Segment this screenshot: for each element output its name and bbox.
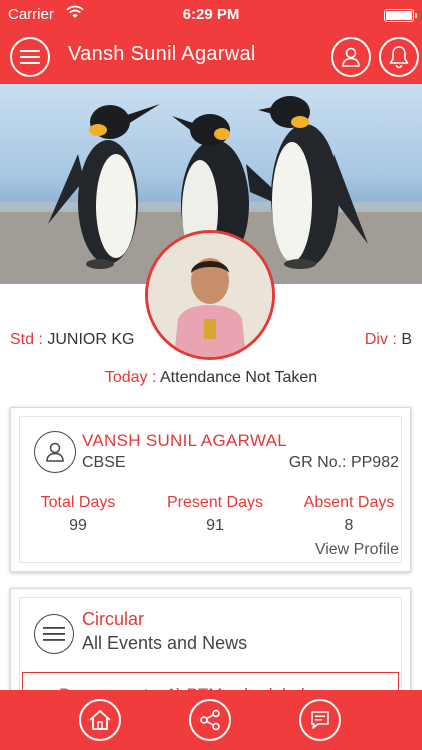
gr-number: GR No.: PP982 [289, 454, 399, 472]
student-photo[interactable] [145, 230, 275, 360]
gr-label: GR No.: [288, 454, 347, 471]
board-value: CBSE [82, 454, 126, 471]
div-value: B [401, 331, 412, 348]
chat-icon [311, 711, 329, 729]
clock: 6:29 PM [182, 6, 240, 23]
nav-bar: Vansh Sunil Agarwal [0, 30, 422, 84]
page-title: Vansh Sunil Agarwal [68, 43, 256, 65]
stat-absent-days: Absent Days 8 [289, 494, 409, 535]
battery-icon [384, 9, 417, 22]
bottom-bar [0, 690, 422, 750]
share-icon [200, 709, 220, 731]
stat-present-days: Present Days 91 [155, 494, 275, 535]
user-icon [46, 442, 64, 462]
status-bar: Carrier 6:29 PM [0, 0, 422, 30]
share-button[interactable] [189, 699, 231, 741]
student-profile-card-body: VANSH SUNIL AGARWAL CBSE GR No.: PP982 T… [19, 416, 402, 563]
notifications-button[interactable] [379, 37, 419, 77]
gr-value: PP982 [350, 454, 399, 471]
div-label: Div : [364, 331, 397, 348]
std-label: Std : [10, 331, 43, 348]
bell-icon [389, 46, 409, 69]
list-icon [43, 627, 65, 641]
stat-label: Present Days [166, 494, 264, 511]
stat-total-days: Total Days 99 [18, 494, 138, 535]
today-attendance: Today : Attendance Not Taken [0, 369, 422, 387]
circular-title: Circular [82, 609, 145, 629]
std-row: Std : JUNIOR KG [10, 331, 134, 349]
user-icon [342, 47, 360, 67]
chat-button[interactable] [299, 699, 341, 741]
student-profile-card: VANSH SUNIL AGARWAL CBSE GR No.: PP982 T… [10, 407, 411, 572]
profile-button[interactable] [331, 37, 371, 77]
home-button[interactable] [79, 699, 121, 741]
menu-button[interactable] [10, 37, 50, 77]
today-label: Today : [104, 369, 157, 386]
list-icon-badge [34, 614, 74, 654]
student-name: VANSH SUNIL AGARWAL [82, 431, 288, 450]
stat-label: Absent Days [303, 494, 395, 511]
home-icon [89, 710, 111, 730]
stat-label: Total Days [40, 494, 116, 511]
student-avatar-icon [34, 431, 76, 473]
menu-icon [20, 50, 40, 64]
std-value: JUNIOR KG [47, 331, 135, 348]
div-row: Div : B [365, 331, 412, 349]
stat-value: 91 [206, 517, 224, 534]
student-photo-image [148, 233, 272, 357]
stat-value: 99 [69, 517, 87, 534]
view-profile-link[interactable]: View Profile [315, 541, 399, 559]
today-value: Attendance Not Taken [160, 369, 318, 386]
stat-value: 8 [344, 517, 354, 534]
circular-subtitle: All Events and News [82, 633, 248, 653]
